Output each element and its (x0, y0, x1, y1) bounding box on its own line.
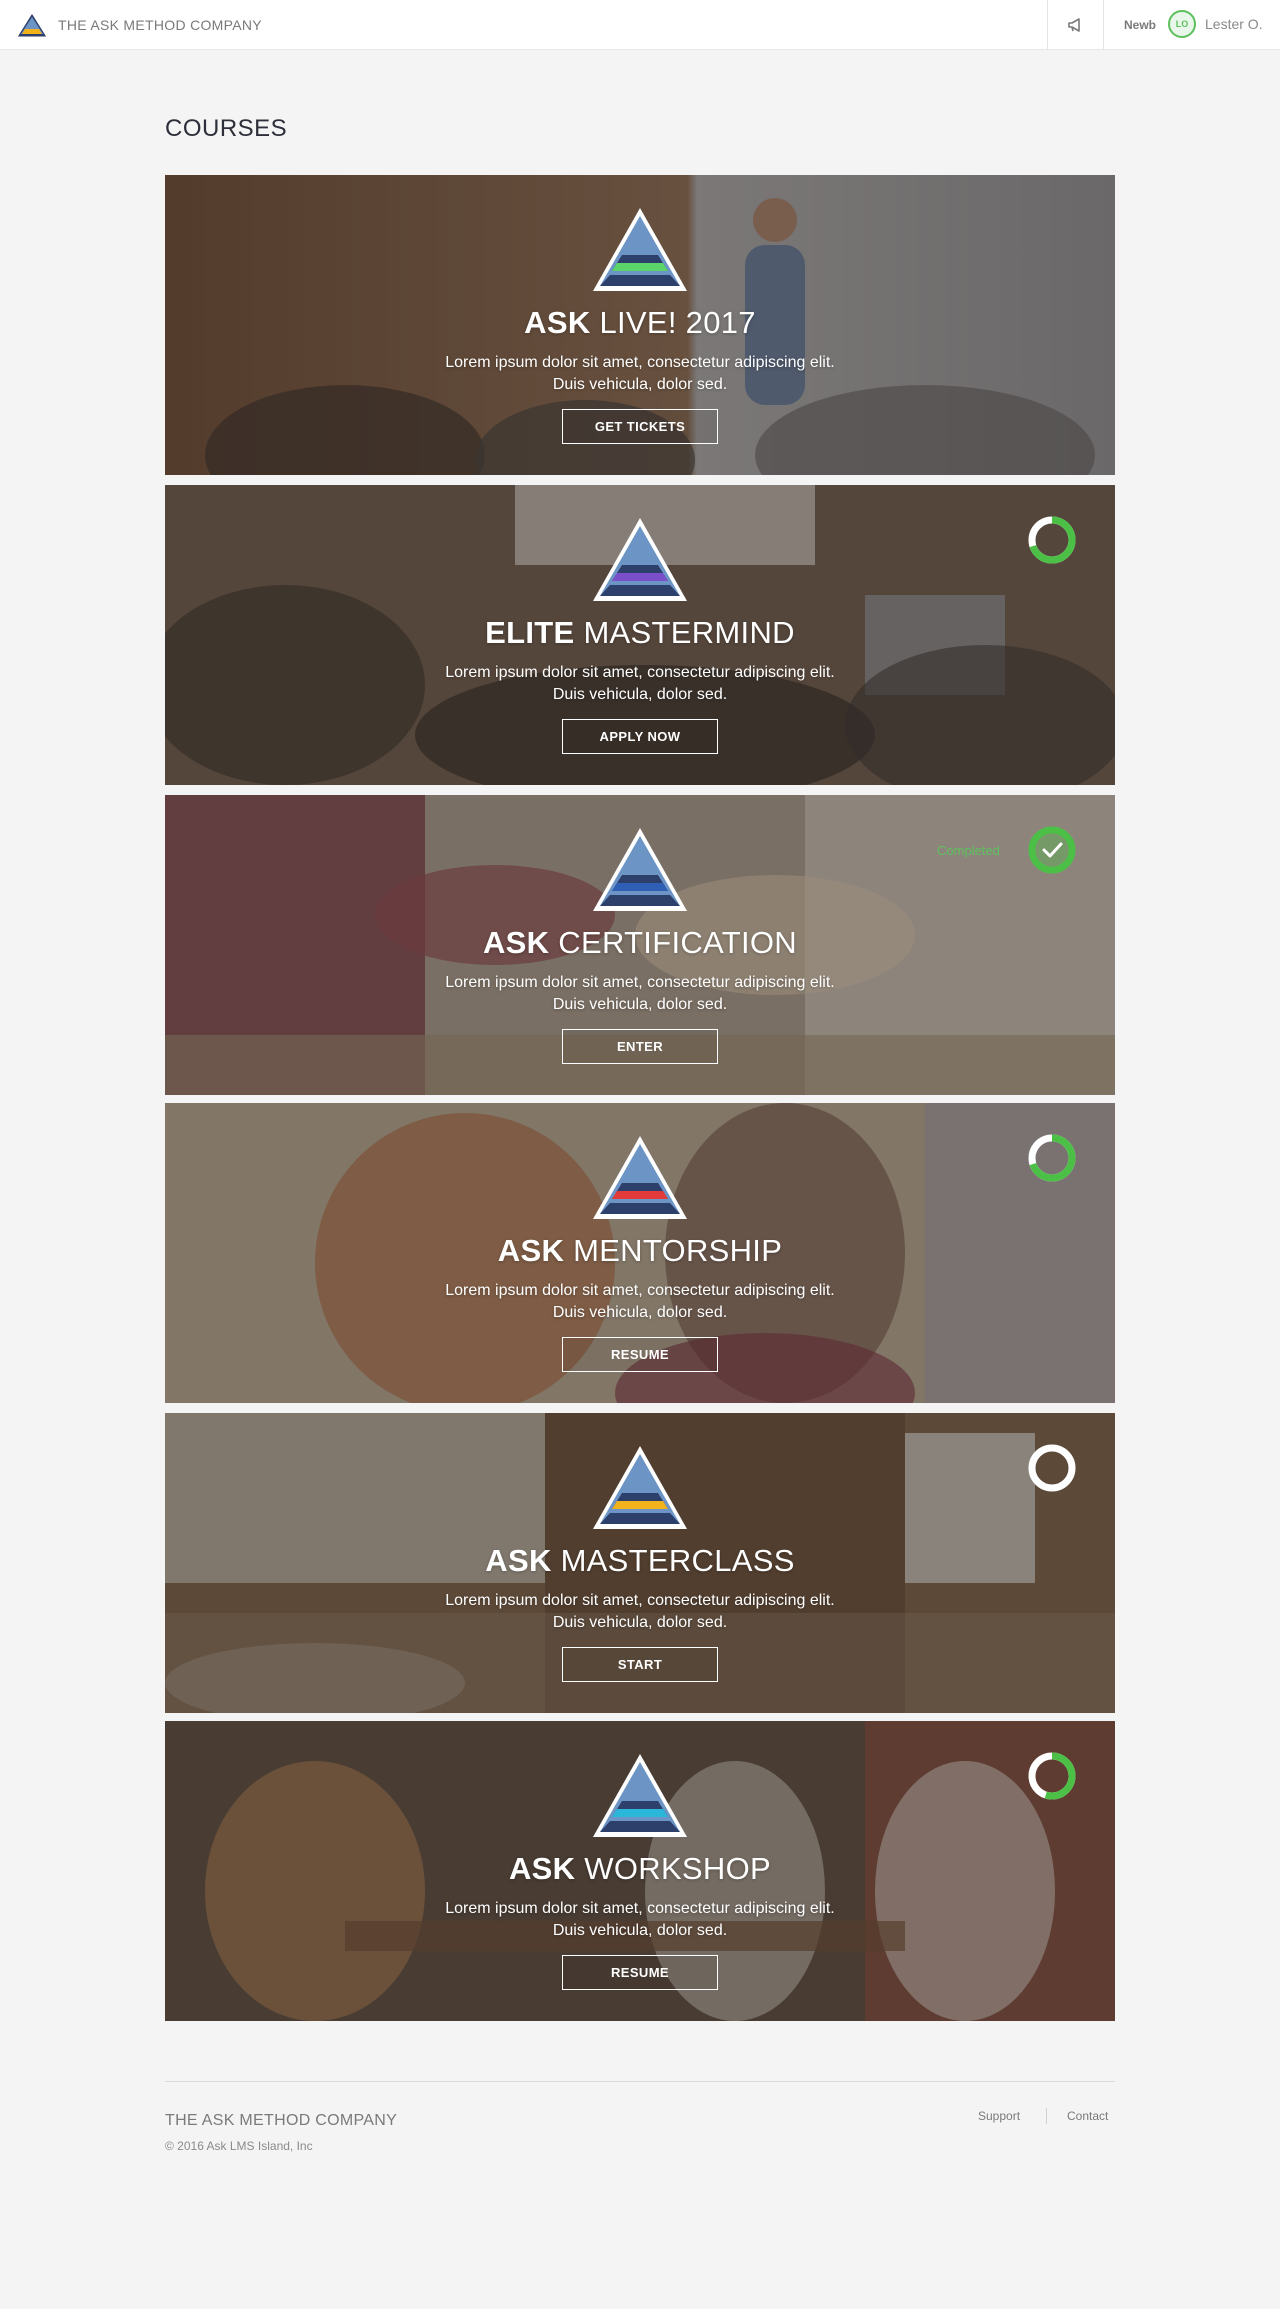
apply-now-button[interactable]: APPLY NOW (562, 719, 718, 754)
course-title: ASK MASTERCLASS (165, 1543, 1115, 1579)
footer-divider (165, 2081, 1115, 2082)
resume-button[interactable]: RESUME (562, 1955, 718, 1990)
completed-check-icon (1028, 826, 1076, 874)
course-logo-icon (593, 828, 687, 911)
top-navigation-bar: THE ASK METHOD COMPANY Newb LO Lester O. (0, 0, 1280, 50)
course-title: ASK LIVE! 2017 (165, 305, 1115, 341)
course-title-bold: ASK (485, 1543, 552, 1578)
course-card: ASK MASTERCLASS Lorem ipsum dolor sit am… (165, 1413, 1115, 1713)
progress-ring-icon (1028, 1752, 1076, 1800)
course-description: Lorem ipsum dolor sit amet, consectetur … (445, 974, 835, 1013)
course-title-bold: ASK (497, 1233, 565, 1268)
brand-logo-link[interactable]: THE ASK METHOD COMPANY (16, 12, 262, 38)
contact-link[interactable]: Contact (1067, 2109, 1108, 2123)
course-title: ASK CERTIFICATION (165, 925, 1115, 961)
course-description: Lorem ipsum dolor sit amet, consectetur … (445, 1592, 835, 1631)
footer-brand-name: THE ASK METHOD COMPANY (165, 2112, 398, 2129)
footer-copyright: © 2016 Ask LMS Island, Inc (165, 2139, 313, 2153)
page-title: COURSES (165, 115, 288, 142)
course-title-bold: ASK (524, 305, 591, 340)
course-logo-icon (593, 208, 687, 291)
progress-ring-icon (1028, 1134, 1076, 1182)
course-description: Lorem ipsum dolor sit amet, consectetur … (445, 1282, 835, 1321)
support-link[interactable]: Support (978, 2109, 1020, 2123)
course-description: Lorem ipsum dolor sit amet, consectetur … (445, 354, 835, 393)
footer-link-separator (1046, 2108, 1047, 2124)
course-card: ASK MENTORSHIP Lorem ipsum dolor sit ame… (165, 1103, 1115, 1403)
resume-button[interactable]: RESUME (562, 1337, 718, 1372)
course-title-rest: CERTIFICATION (558, 925, 797, 960)
avatar[interactable]: LO (1168, 10, 1196, 38)
course-title-bold: ASK (483, 925, 550, 960)
completed-status-label: Completed (937, 843, 1000, 858)
course-title-rest: LIVE! 2017 (599, 305, 756, 340)
course-title: ELITE MASTERMIND (165, 615, 1115, 651)
brand-name: THE ASK METHOD COMPANY (58, 17, 262, 33)
user-rank-label: Newb (1124, 18, 1157, 32)
course-title-rest: MENTORSHIP (573, 1233, 783, 1268)
course-title: ASK MENTORSHIP (165, 1233, 1115, 1269)
course-logo-icon (593, 518, 687, 601)
get-tickets-button[interactable]: GET TICKETS (562, 409, 718, 444)
course-title-bold: ASK (509, 1851, 576, 1886)
start-button[interactable]: START (562, 1647, 718, 1682)
announcements-button[interactable] (1047, 0, 1104, 50)
course-card: ELITE MASTERMIND Lorem ipsum dolor sit a… (165, 485, 1115, 785)
course-description: Lorem ipsum dolor sit amet, consectetur … (445, 1900, 835, 1939)
course-title-bold: ELITE (485, 615, 575, 650)
course-card: ASK LIVE! 2017 Lorem ipsum dolor sit ame… (165, 175, 1115, 475)
ask-triangle-logo-icon (16, 12, 48, 38)
course-description: Lorem ipsum dolor sit amet, consectetur … (445, 664, 835, 703)
course-title-rest: MASTERCLASS (560, 1543, 795, 1578)
enter-button[interactable]: ENTER (562, 1029, 718, 1064)
progress-ring-icon (1028, 1444, 1076, 1492)
course-title-rest: WORKSHOP (584, 1851, 771, 1886)
course-title: ASK WORKSHOP (165, 1851, 1115, 1887)
megaphone-icon (1067, 18, 1080, 32)
course-title-rest: MASTERMIND (583, 615, 795, 650)
username-menu[interactable]: Lester O. (1205, 16, 1263, 32)
course-card: ASK WORKSHOP Lorem ipsum dolor sit amet,… (165, 1721, 1115, 2021)
progress-ring-icon (1028, 516, 1076, 564)
course-logo-icon (593, 1754, 687, 1837)
course-logo-icon (593, 1446, 687, 1529)
course-logo-icon (593, 1136, 687, 1219)
course-card: Completed ASK CERTIFICATION Lorem ipsum … (165, 795, 1115, 1095)
